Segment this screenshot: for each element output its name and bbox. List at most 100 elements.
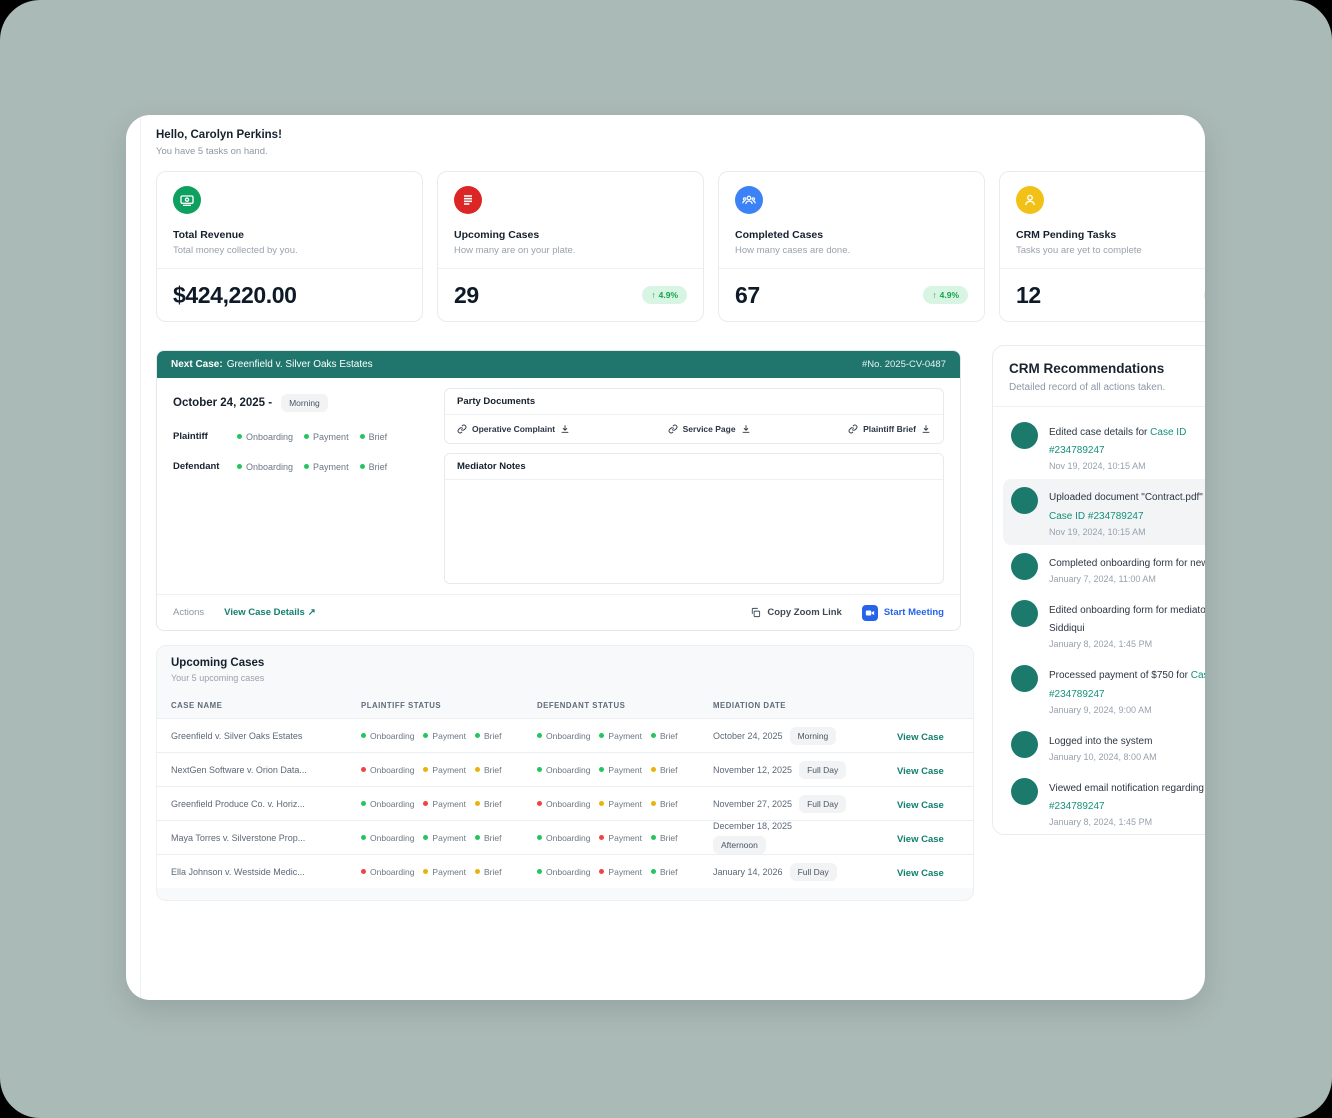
column-header-mediation-date: Mediation Date [713, 701, 863, 710]
status-dot [537, 733, 542, 738]
status-dot [537, 801, 542, 806]
status-dot [304, 464, 309, 469]
arrow-up-icon: ↑ [651, 290, 655, 300]
sidebar-divider [140, 115, 141, 1000]
view-case-link[interactable]: View Case [897, 800, 944, 811]
start-meeting-text: Start Meeting [884, 607, 944, 618]
document-link[interactable]: Plaintiff Brief [848, 424, 931, 434]
status-label: Brief [484, 799, 501, 809]
crm-activity-item[interactable]: Logged into the system January 10, 2024,… [1003, 723, 1205, 770]
crm-activity-item[interactable]: Uploaded document "Contract.pdf" for Cas… [1003, 479, 1205, 544]
view-case-details-link[interactable]: View Case Details ↗ [224, 607, 316, 618]
stat-value: 29 [454, 282, 479, 309]
status-dot [537, 869, 542, 874]
status-label: Onboarding [370, 799, 414, 809]
status-dot [361, 869, 366, 874]
crm-title: CRM Recommendations [1009, 361, 1205, 376]
defendant-status-cell: Onboarding Payment Brief [537, 731, 713, 741]
avatar [1011, 600, 1038, 627]
session-badge: Full Day [799, 795, 846, 813]
mediator-notes-input[interactable] [445, 480, 943, 583]
start-meeting-button[interactable]: Start Meeting [862, 605, 944, 621]
party-label: Defendant [173, 461, 237, 472]
delta-value: 4.9% [659, 290, 678, 300]
crm-activity-text: Logged into the system [1049, 736, 1152, 747]
status-label: Brief [660, 731, 677, 741]
status-label: Payment [608, 731, 642, 741]
status-label: Brief [369, 432, 388, 442]
case-actions-bar: Actions View Case Details ↗ Copy Zoom Li… [157, 594, 960, 630]
status-label: Onboarding [246, 462, 293, 472]
status-label: Payment [432, 833, 466, 843]
status-dot [304, 434, 309, 439]
status-label: Brief [660, 867, 677, 877]
users-icon [735, 186, 763, 214]
status-item: Brief [475, 799, 501, 809]
status-item: Brief [651, 731, 677, 741]
status-item: Payment [599, 799, 642, 809]
status-item: Payment [599, 867, 642, 877]
document-link[interactable]: Service Page [668, 424, 751, 434]
table-row: Greenfield Produce Co. v. Horiz... Onboa… [157, 786, 973, 820]
stat-card: Total Revenue Total money collected by y… [156, 171, 423, 322]
crm-activity-text: Edited case details for Case ID #2347892… [1049, 427, 1186, 456]
case-schedule-block: October 24, 2025 - Morning Plaintiff Onb… [173, 394, 433, 472]
crm-activity-item[interactable]: Completed onboarding form for new client… [1003, 545, 1205, 592]
download-icon [921, 424, 931, 434]
status-item: Brief [360, 462, 388, 472]
status-label: Brief [660, 833, 677, 843]
status-dot [599, 733, 604, 738]
copy-zoom-link-button[interactable]: Copy Zoom Link [750, 607, 841, 618]
delta-badge: ↑ 4.9% [1204, 286, 1205, 304]
status-item: Brief [360, 432, 388, 442]
document-name: Operative Complaint [472, 424, 555, 434]
upcoming-cases-title: Upcoming Cases [171, 657, 959, 669]
plaintiff-status-cell: Onboarding Payment Brief [361, 867, 537, 877]
next-case-banner: Next Case: Greenfield v. Silver Oaks Est… [157, 351, 960, 378]
crm-activity-item[interactable]: Edited case details for Case ID #2347892… [1003, 414, 1205, 479]
defendant-status-cell: Onboarding Payment Brief [537, 765, 713, 775]
upcoming-cases-subtitle: Your 5 upcoming cases [171, 673, 959, 683]
next-case-name: Greenfield v. Silver Oaks Estates [227, 359, 373, 370]
status-label: Payment [432, 731, 466, 741]
stat-value: 12 [1016, 282, 1041, 309]
mediation-date: November 27, 2025 [713, 799, 792, 809]
status-item: Payment [599, 731, 642, 741]
next-case-card: Next Case: Greenfield v. Silver Oaks Est… [156, 350, 961, 631]
defendant-status-cell: Onboarding Payment Brief [537, 799, 713, 809]
status-dot [361, 733, 366, 738]
status-dot [423, 869, 428, 874]
status-dot [651, 733, 656, 738]
status-dot [475, 733, 480, 738]
party-documents-row: Operative Complaint Service Page Plainti… [445, 415, 943, 443]
upcoming-cases-header: Upcoming Cases Your 5 upcoming cases [157, 646, 973, 692]
status-label: Onboarding [546, 867, 590, 877]
status-label: Onboarding [546, 833, 590, 843]
view-case-link[interactable]: View Case [897, 766, 944, 777]
delta-value: 4.9% [940, 290, 959, 300]
document-link[interactable]: Operative Complaint [457, 424, 570, 434]
crm-activity-text: Viewed email notification regarding Case… [1049, 783, 1205, 812]
view-case-link[interactable]: View Case [897, 732, 944, 743]
crm-activity-list: Edited case details for Case ID #2347892… [993, 407, 1205, 835]
status-item: Onboarding [361, 799, 414, 809]
crm-activity-item[interactable]: Viewed email notification regarding Case… [1003, 770, 1205, 835]
status-label: Brief [484, 765, 501, 775]
crm-activity-item[interactable]: Processed payment of $750 for Case #2347… [1003, 657, 1205, 722]
view-case-link[interactable]: View Case [897, 834, 944, 845]
status-dot [651, 835, 656, 840]
party-row: Plaintiff Onboarding Payment Brief [173, 431, 433, 442]
view-case-link[interactable]: View Case [897, 868, 944, 879]
greeting-title: Hello, Carolyn Perkins! [156, 129, 282, 141]
case-id-link[interactable]: Case ID #234789247 [1049, 511, 1144, 522]
dashboard-page: Hello, Carolyn Perkins! You have 5 tasks… [126, 115, 1205, 1000]
stat-subtitle: Total money collected by you. [173, 245, 406, 256]
status-item: Onboarding [237, 432, 293, 442]
delta-badge: ↑ 4.9% [923, 286, 968, 304]
avatar [1011, 731, 1038, 758]
mediation-date: December 18, 2025 [713, 821, 792, 831]
status-dot [360, 434, 365, 439]
party-row: Defendant Onboarding Payment Brief [173, 461, 433, 472]
crm-activity-item[interactable]: Edited onboarding form for mediator Sidd… [1003, 592, 1205, 657]
document-name: Plaintiff Brief [863, 424, 916, 434]
